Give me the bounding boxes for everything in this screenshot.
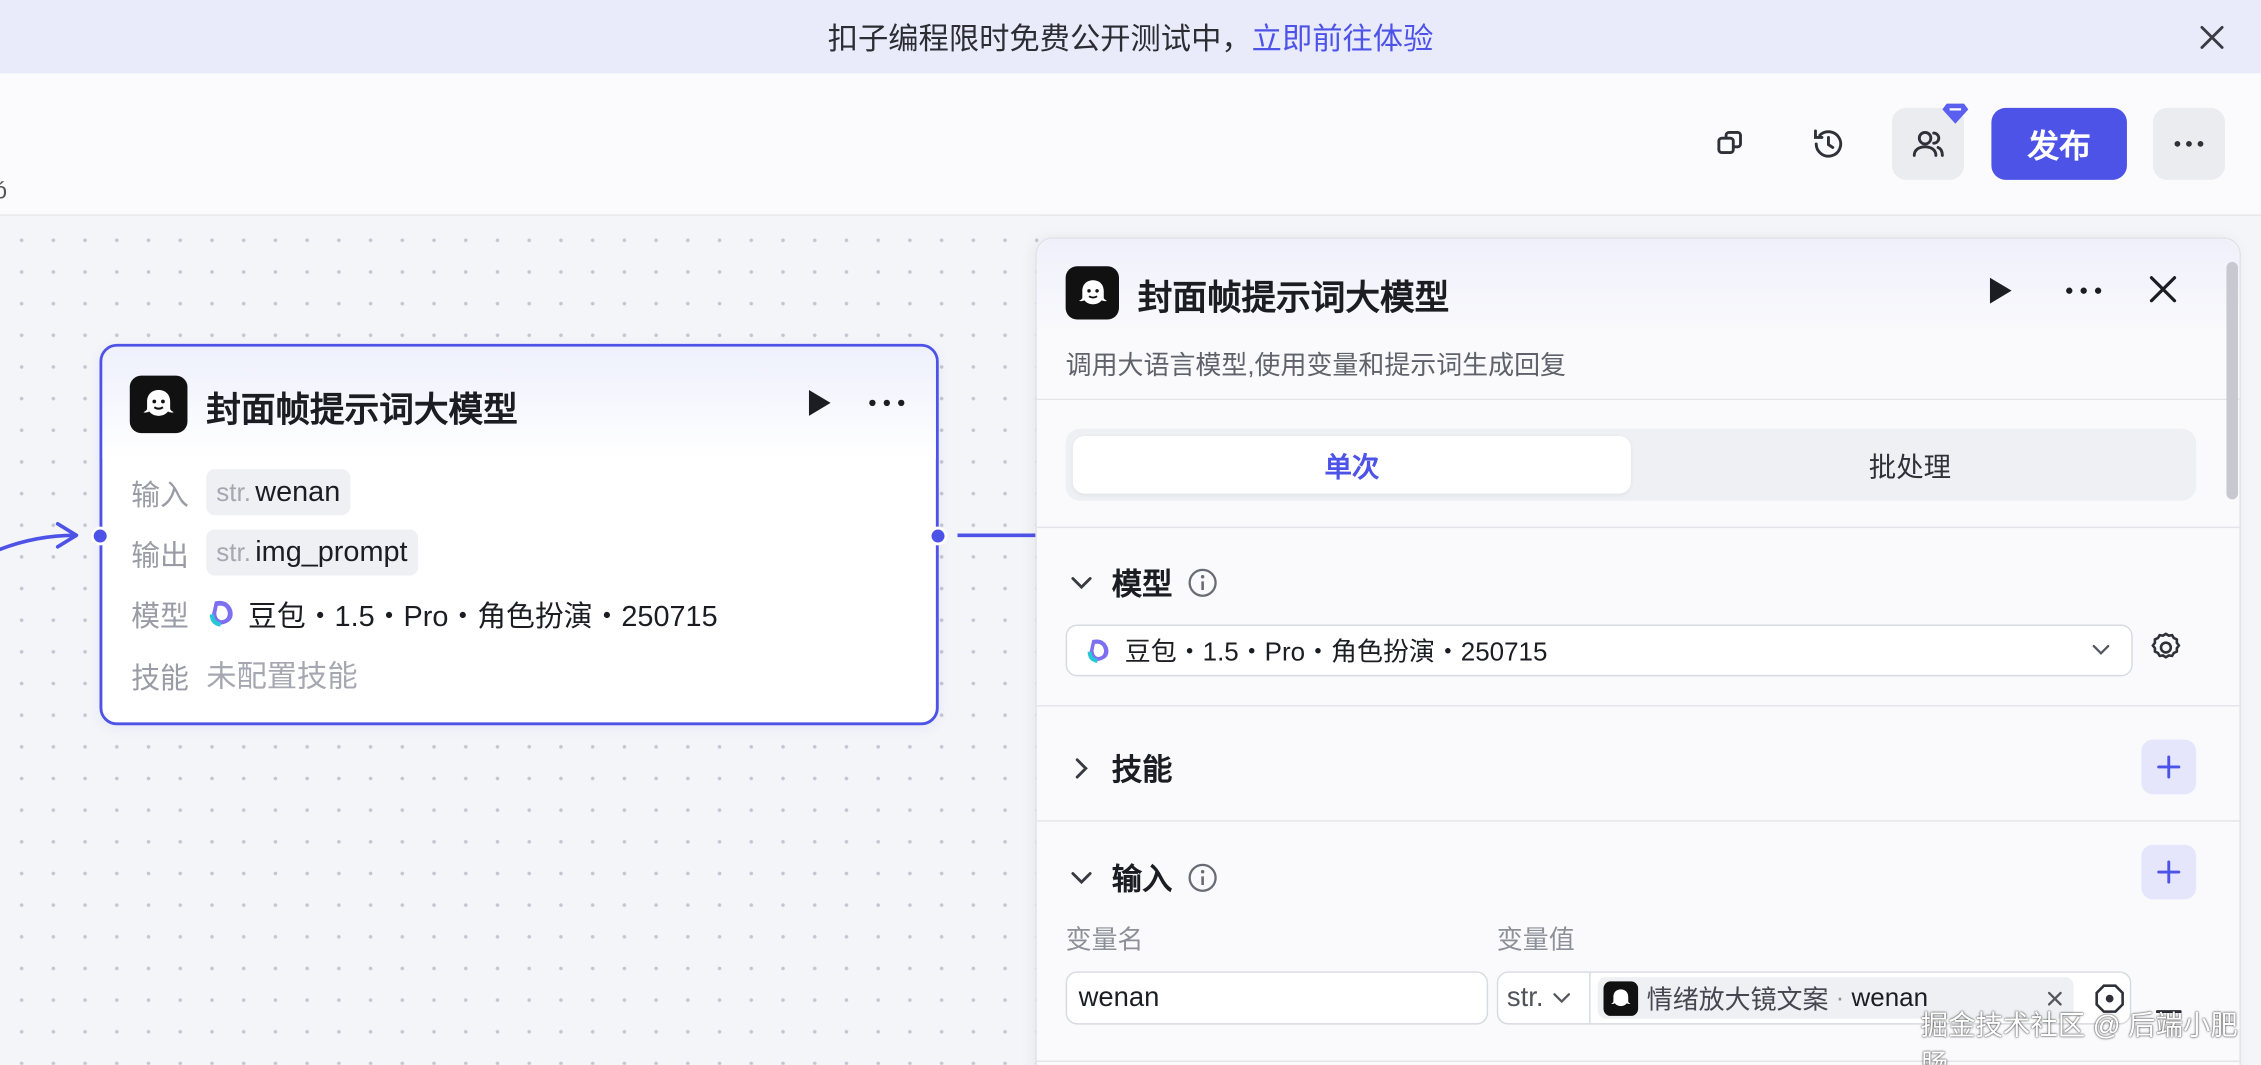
ref-source: 情绪放大镜文案 bbox=[1646, 984, 1829, 1014]
input-section-title: 输入 bbox=[1111, 863, 1173, 897]
node-output-row: 输出 str. img_prompt bbox=[131, 529, 418, 576]
node-model-row: 模型 豆包・1.5・Pro・角色扮演・250715 bbox=[131, 590, 717, 636]
var-name-input[interactable]: wenan bbox=[1065, 971, 1489, 1025]
skills-section-title: 技能 bbox=[1111, 754, 1173, 788]
var-name: img_prompt bbox=[255, 536, 408, 568]
input-section-header[interactable]: 输入 bbox=[1066, 856, 1219, 899]
input-label: 输入 bbox=[131, 479, 189, 512]
copy-button[interactable] bbox=[1694, 108, 1766, 180]
var-type-label: str. bbox=[1506, 982, 1544, 1013]
skill-value: 未配置技能 bbox=[206, 660, 358, 694]
panel-description: 调用大语言模型,使用变量和提示词生成回复 bbox=[1065, 351, 1567, 380]
chevron-right-icon bbox=[1066, 753, 1098, 785]
plus-icon bbox=[2157, 755, 2181, 779]
workflow-editor: 扣子编程限时免费公开测试中， 立即前往体验 ó bbox=[0, 0, 2261, 1065]
input-var-tag: str. wenan bbox=[206, 469, 351, 516]
chevron-down-icon bbox=[1066, 862, 1098, 894]
llm-node-card[interactable]: 封面帧提示词大模型 输入 str. wenan 输出 str. img_prom… bbox=[90, 343, 948, 726]
var-name: wenan bbox=[255, 475, 341, 508]
info-icon[interactable] bbox=[1187, 567, 1219, 599]
chevron-down-icon bbox=[1066, 567, 1098, 599]
doubao-model-icon bbox=[1087, 639, 1109, 663]
more-icon bbox=[2174, 141, 2204, 147]
more-menu-button[interactable] bbox=[2152, 107, 2226, 180]
ref-separator: · bbox=[1835, 982, 1845, 1012]
incoming-edge bbox=[0, 533, 75, 552]
type-prefix: str. bbox=[216, 537, 251, 567]
panel-title: 封面帧提示词大模型 bbox=[1137, 279, 1450, 319]
premium-diamond-icon bbox=[1942, 103, 1969, 124]
history-button[interactable] bbox=[1792, 108, 1864, 180]
workflow-canvas[interactable]: 封面帧提示词大模型 输入 str. wenan 输出 str. img_prom… bbox=[0, 215, 1039, 1065]
divider bbox=[1036, 705, 2240, 707]
panel-scrollbar[interactable] bbox=[2226, 261, 2238, 500]
mode-tabs: 单次 批处理 bbox=[1065, 428, 2197, 501]
tab-single[interactable]: 单次 bbox=[1072, 436, 1631, 494]
type-prefix: str. bbox=[216, 477, 251, 506]
node-skill-row: 技能 未配置技能 bbox=[131, 652, 357, 698]
doubao-model-icon bbox=[209, 600, 233, 627]
model-value: 豆包・1.5・Pro・角色扮演・250715 bbox=[248, 600, 718, 633]
divider bbox=[1036, 820, 2240, 822]
banner-link[interactable]: 立即前往体验 bbox=[1252, 15, 1434, 58]
truncated-glyph: ó bbox=[0, 180, 7, 206]
add-input-button[interactable] bbox=[2141, 844, 2197, 900]
panel-more-icon[interactable] bbox=[2064, 275, 2104, 314]
divider bbox=[1036, 526, 2240, 529]
node-title: 封面帧提示词大模型 bbox=[206, 391, 518, 431]
llm-bot-icon bbox=[129, 375, 188, 434]
history-icon bbox=[1814, 129, 1843, 158]
gear-icon[interactable] bbox=[2149, 630, 2184, 672]
input-port[interactable] bbox=[90, 526, 110, 546]
add-skill-button[interactable] bbox=[2141, 739, 2197, 795]
publish-button[interactable]: 发布 bbox=[1991, 107, 2127, 180]
panel-run-icon[interactable] bbox=[1987, 276, 2013, 312]
plus-icon bbox=[2157, 860, 2181, 884]
skill-label: 技能 bbox=[131, 662, 189, 695]
model-label: 模型 bbox=[131, 600, 189, 633]
copy-icon bbox=[1717, 130, 1742, 154]
col-var-name: 变量名 bbox=[1065, 925, 1144, 955]
tab-batch[interactable]: 批处理 bbox=[1631, 436, 2189, 494]
banner-text: 扣子编程限时免费公开测试中， bbox=[827, 22, 1252, 56]
node-more-icon[interactable] bbox=[867, 387, 907, 426]
var-type-select[interactable]: str. bbox=[1498, 972, 1591, 1024]
top-toolbar: ó 发布 bbox=[0, 73, 2261, 216]
model-section-title: 模型 bbox=[1111, 568, 1173, 602]
node-run-icon[interactable] bbox=[806, 389, 832, 425]
chevron-down-icon bbox=[2091, 637, 2111, 670]
model-select[interactable]: 豆包・1.5・Pro・角色扮演・250715 bbox=[1065, 624, 2133, 677]
promo-banner: 扣子编程限时免费公开测试中， 立即前往体验 bbox=[0, 0, 2261, 74]
model-section-header[interactable]: 模型 bbox=[1066, 561, 1219, 604]
model-select-value: 豆包・1.5・Pro・角色扮演・250715 bbox=[1124, 637, 1548, 667]
skills-section-header[interactable]: 技能 bbox=[1066, 747, 1173, 790]
panel-close-icon[interactable] bbox=[2147, 273, 2179, 312]
output-port[interactable] bbox=[928, 526, 948, 546]
output-label: 输出 bbox=[131, 540, 189, 573]
col-var-value: 变量值 bbox=[1496, 925, 1575, 955]
output-var-tag: str. img_prompt bbox=[206, 529, 418, 576]
info-icon[interactable] bbox=[1187, 862, 1219, 894]
node-settings-panel: 封面帧提示词大模型 调用大语言模型,使用变量和提示词生成回复 单次 批处理 模型 bbox=[1035, 237, 2241, 1065]
llm-bot-icon bbox=[1603, 980, 1639, 1016]
watermark: 掘金技术社区 @ 后端小肥肠 bbox=[1920, 1011, 2238, 1065]
banner-close-icon[interactable] bbox=[2192, 17, 2232, 57]
node-input-row: 输入 str. wenan bbox=[131, 469, 351, 516]
chevron-down-icon bbox=[1553, 992, 1571, 1003]
llm-bot-icon bbox=[1065, 266, 1119, 320]
users-icon bbox=[1912, 130, 1944, 157]
ref-var: wenan bbox=[1851, 982, 1929, 1012]
